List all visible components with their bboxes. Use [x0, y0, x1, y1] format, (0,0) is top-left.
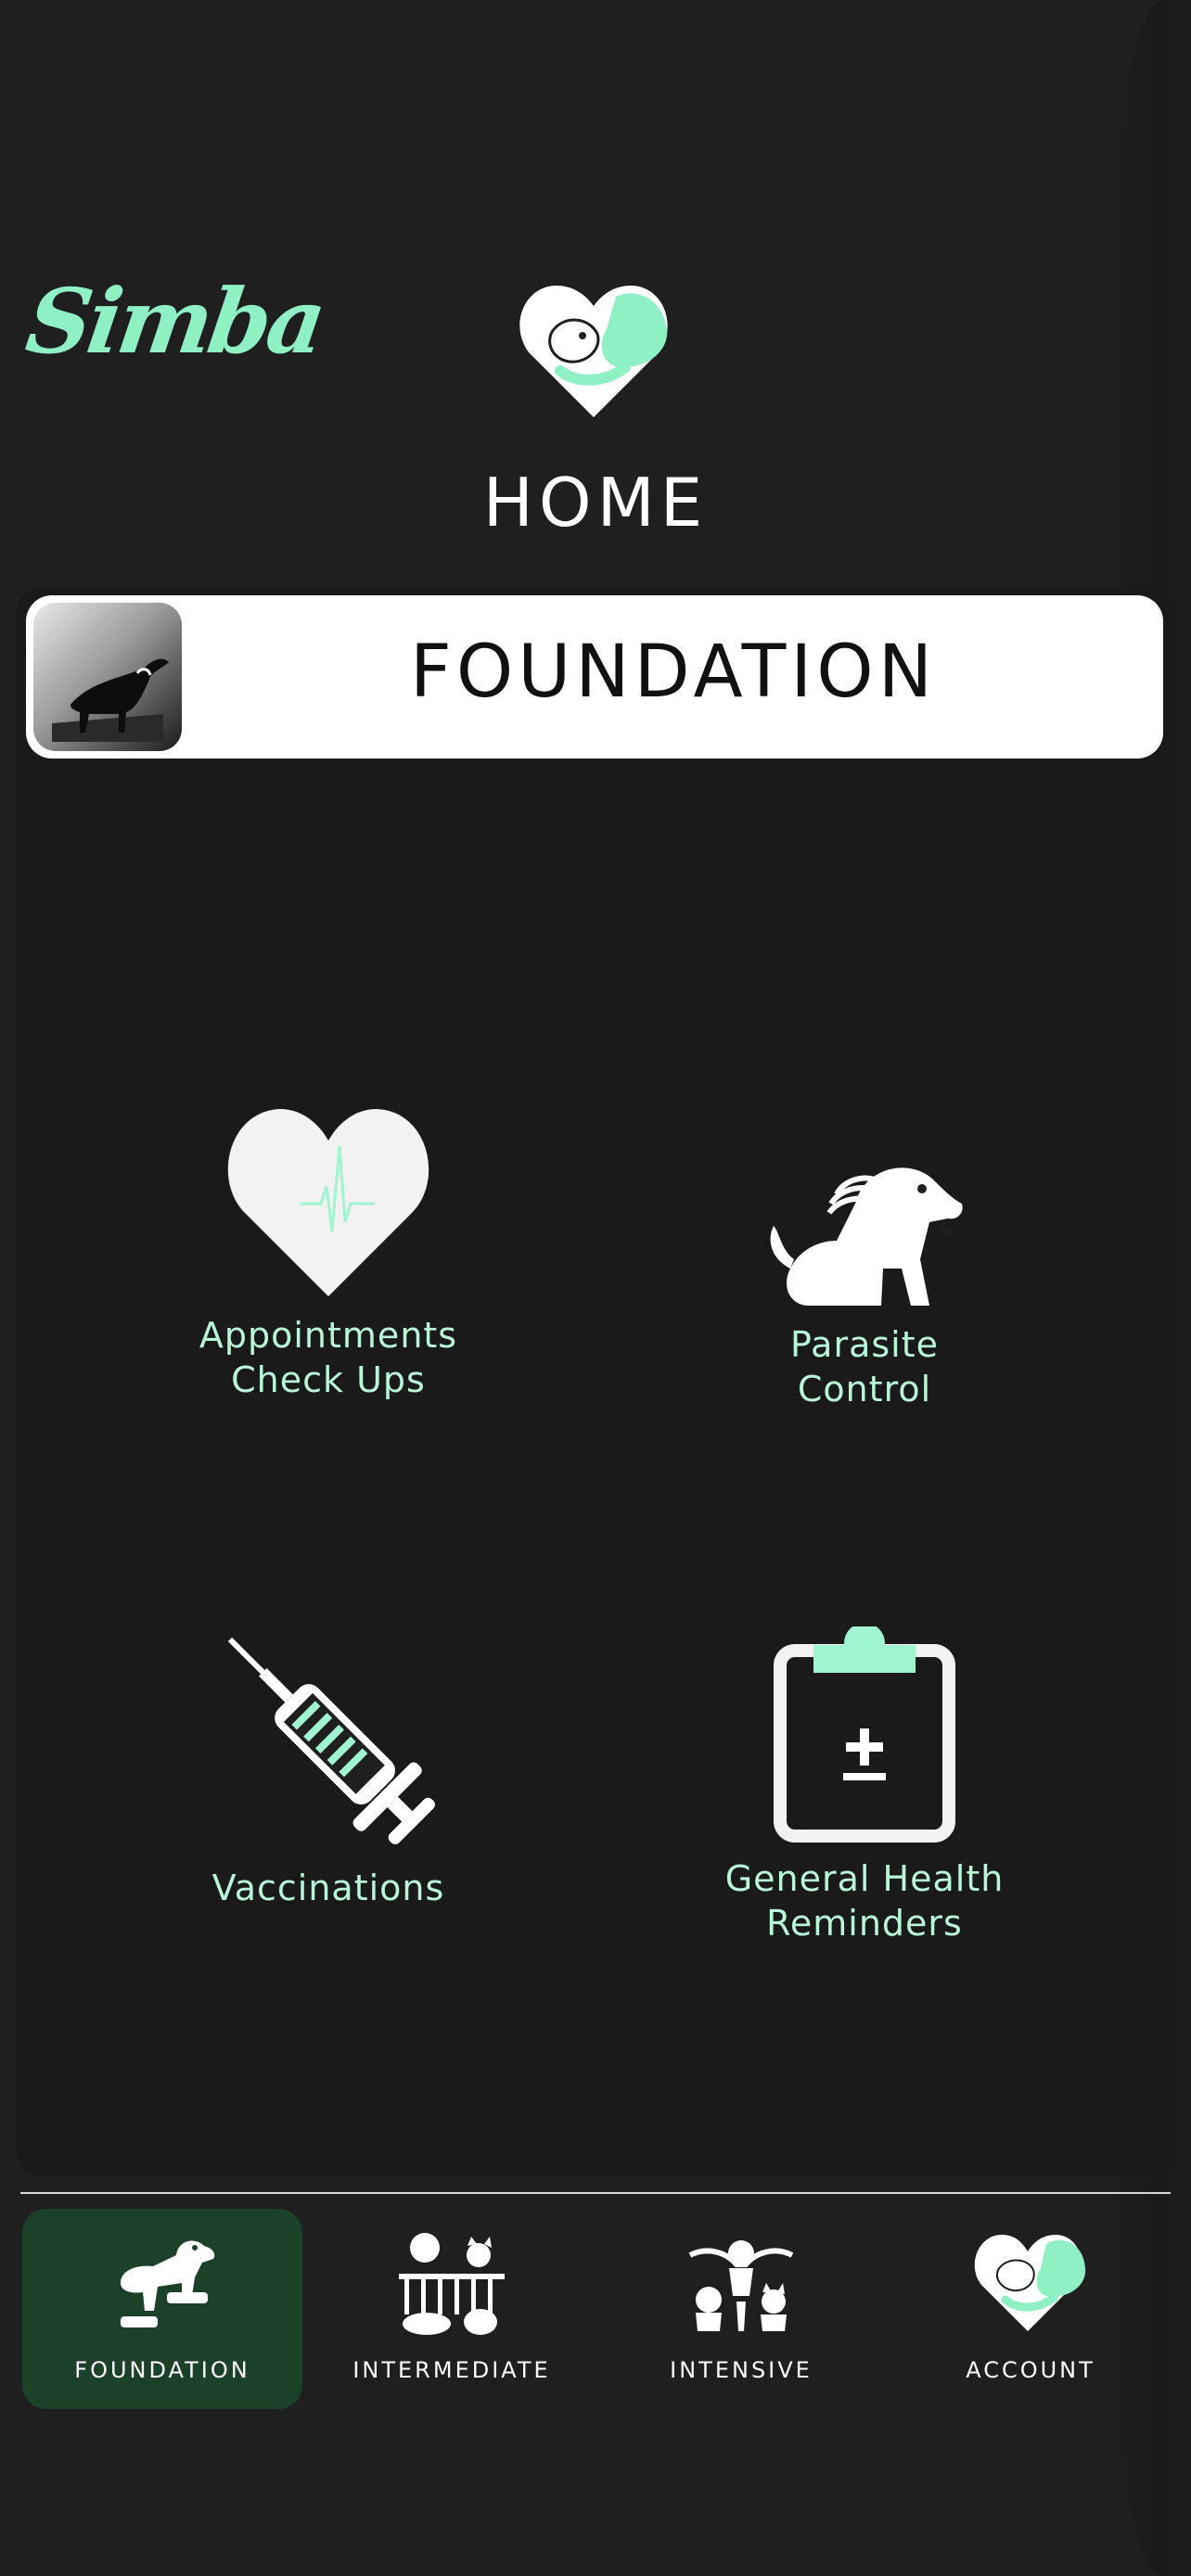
tile-label: General Health Reminders — [724, 1858, 1005, 1944]
foundation-card[interactable]: FOUNDATION — [26, 595, 1163, 759]
pets-pen-icon — [399, 2233, 505, 2335]
brand-logo: Simba — [20, 269, 329, 380]
nav-divider — [20, 2192, 1171, 2194]
puppy-steps-icon — [121, 2240, 215, 2327]
nav-label: FOUNDATION — [74, 2357, 250, 2383]
pets-group-icon — [688, 2240, 794, 2331]
syringe-icon — [227, 1637, 435, 1844]
tile-label: Vaccinations — [211, 1868, 445, 1908]
tile-label: Parasite Control — [789, 1324, 940, 1409]
tile-appointments-check-ups[interactable]: Appointments Check Ups — [78, 1102, 579, 1402]
nav-tab-account[interactable]: ACCOUNT — [890, 2209, 1171, 2409]
brand-name: Simba — [20, 269, 329, 374]
page-title: HOME — [482, 464, 709, 542]
heart-pulse-icon — [227, 1109, 429, 1296]
tile-vaccinations[interactable]: Vaccinations — [78, 1617, 579, 1910]
dog-photo — [33, 603, 182, 751]
heart-dog-cat-icon — [974, 2235, 1086, 2331]
nav-tab-foundation[interactable]: FOUNDATION — [22, 2209, 302, 2409]
tile-general-health-reminders[interactable]: General Health Reminders — [614, 1626, 1115, 1945]
nav-tab-intermediate[interactable]: INTERMEDIATE — [312, 2209, 592, 2409]
clipboard-plus-minus-icon — [774, 1626, 955, 1843]
card-title: FOUNDATION — [409, 631, 938, 714]
heart-dog-cat-logo-icon — [519, 286, 668, 417]
dog-parasite-icon — [770, 1167, 963, 1306]
nav-tab-intensive[interactable]: INTENSIVE — [601, 2209, 881, 2409]
nav-label: INTENSIVE — [670, 2357, 813, 2383]
tile-label: Appointments Check Ups — [198, 1315, 458, 1400]
nav-label: ACCOUNT — [966, 2357, 1095, 2383]
tile-parasite-control[interactable]: Parasite Control — [614, 1148, 1115, 1411]
nav-label: INTERMEDIATE — [352, 2357, 551, 2383]
